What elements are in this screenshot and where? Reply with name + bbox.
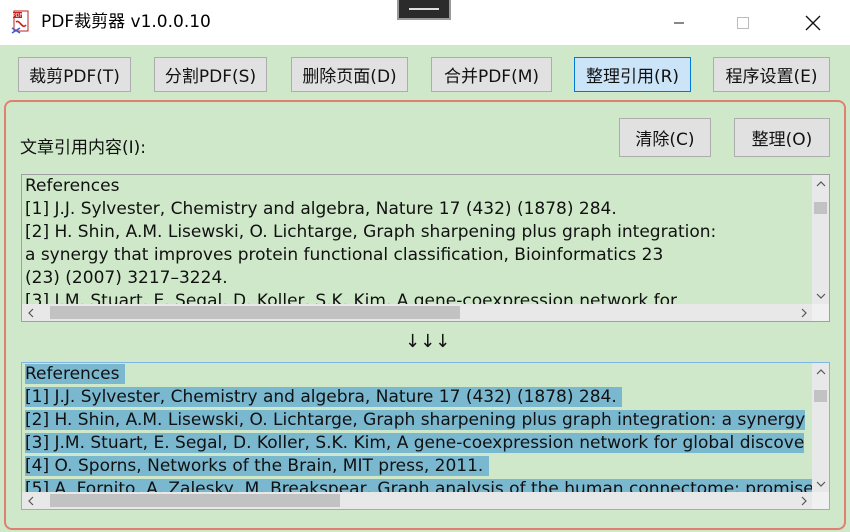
tidy-button[interactable]: 整理(O) [734,118,830,157]
scroll-right-icon[interactable] [795,492,812,509]
minimize-icon [674,22,684,23]
input-line: a synergy that improves protein function… [25,245,664,265]
scroll-left-icon[interactable] [22,492,39,509]
scroll-up-icon[interactable] [812,363,829,380]
input-line: [2] H. Shin, A.M. Lisewski, O. Lichtarge… [25,222,717,242]
tab-program-settings[interactable]: 程序设置(E) [713,57,830,92]
reference-output-text: References [1] J.J. Sylvester, Chemistry… [22,363,812,492]
output-line-text: [4] O. Sporns, Networks of the Brain, MI… [25,456,489,476]
title-bar: PDF PDF裁剪器 v1.0.0.10 [0,0,850,45]
tab-organize-references[interactable]: 整理引用(R) [574,57,691,92]
input-line: (23) (2007) 3217–3224. [25,268,228,288]
maximize-button[interactable] [720,0,766,45]
reference-output[interactable]: References [1] J.J. Sylvester, Chemistry… [21,362,830,510]
output-line: References [22,363,812,386]
close-icon [805,15,821,30]
drag-handle[interactable] [397,0,451,20]
scroll-right-icon[interactable] [795,304,812,321]
output-line: [4] O. Sporns, Networks of the Brain, MI… [22,455,812,478]
svg-text:PDF: PDF [13,13,23,19]
scroll-corner [812,492,829,509]
tab-split-pdf[interactable]: 分割PDF(S) [154,57,267,92]
input-line: [1] J.J. Sylvester, Chemistry and algebr… [25,199,617,219]
tab-delete-pages[interactable]: 删除页面(D) [291,57,408,92]
close-button[interactable] [790,0,836,45]
pdf-app-icon: PDF [11,10,29,34]
input-vertical-scrollbar[interactable] [812,175,829,304]
scroll-left-icon[interactable] [22,304,39,321]
output-horizontal-scrollbar[interactable] [22,492,812,509]
scroll-down-icon[interactable] [812,475,829,492]
output-line: [3] J.M. Stuart, E. Segal, D. Koller, S.… [22,432,812,455]
output-vscroll-thumb[interactable] [814,390,827,402]
maximize-icon [737,16,749,29]
output-vertical-scrollbar[interactable] [812,363,829,492]
output-line: [1] J.J. Sylvester, Chemistry and algebr… [22,386,812,409]
output-line-text: References [25,364,125,384]
output-line-text: [3] J.M. Stuart, E. Segal, D. Koller, S.… [25,433,805,453]
scroll-corner [812,304,829,321]
output-line-text: [5] A. Fornito, A. Zalesky, M. Breakspea… [25,479,812,492]
output-line-text: [2] H. Shin, A.M. Lisewski, O. Lichtarge… [25,410,806,430]
output-line: [5] A. Fornito, A. Zalesky, M. Breakspea… [22,478,812,492]
arrows-indicator: ↓↓↓ [405,331,451,352]
minimize-button[interactable] [656,0,702,45]
reference-input[interactable]: References [1] J.J. Sylvester, Chemistry… [21,174,830,322]
input-vscroll-thumb[interactable] [814,202,827,214]
clear-button[interactable]: 清除(C) [619,118,711,157]
input-line: References [25,176,120,196]
reference-input-text: References [1] J.J. Sylvester, Chemistry… [22,175,812,304]
tab-merge-pdf[interactable]: 合并PDF(M) [431,57,552,92]
window-title: PDF裁剪器 v1.0.0.10 [41,12,211,32]
scroll-up-icon[interactable] [812,175,829,192]
content-label: 文章引用内容(I): [20,138,147,158]
input-horizontal-scrollbar[interactable] [22,304,812,321]
tab-crop-pdf[interactable]: 裁剪PDF(T) [18,57,131,92]
input-hscroll-thumb[interactable] [50,306,460,319]
scroll-down-icon[interactable] [812,287,829,304]
output-line-text: [1] J.J. Sylvester, Chemistry and algebr… [25,387,623,407]
input-line: [3] J.M. Stuart, E. Segal, D. Koller, S.… [25,291,678,304]
output-hscroll-thumb[interactable] [50,494,340,507]
output-line: [2] H. Shin, A.M. Lisewski, O. Lichtarge… [22,409,812,432]
